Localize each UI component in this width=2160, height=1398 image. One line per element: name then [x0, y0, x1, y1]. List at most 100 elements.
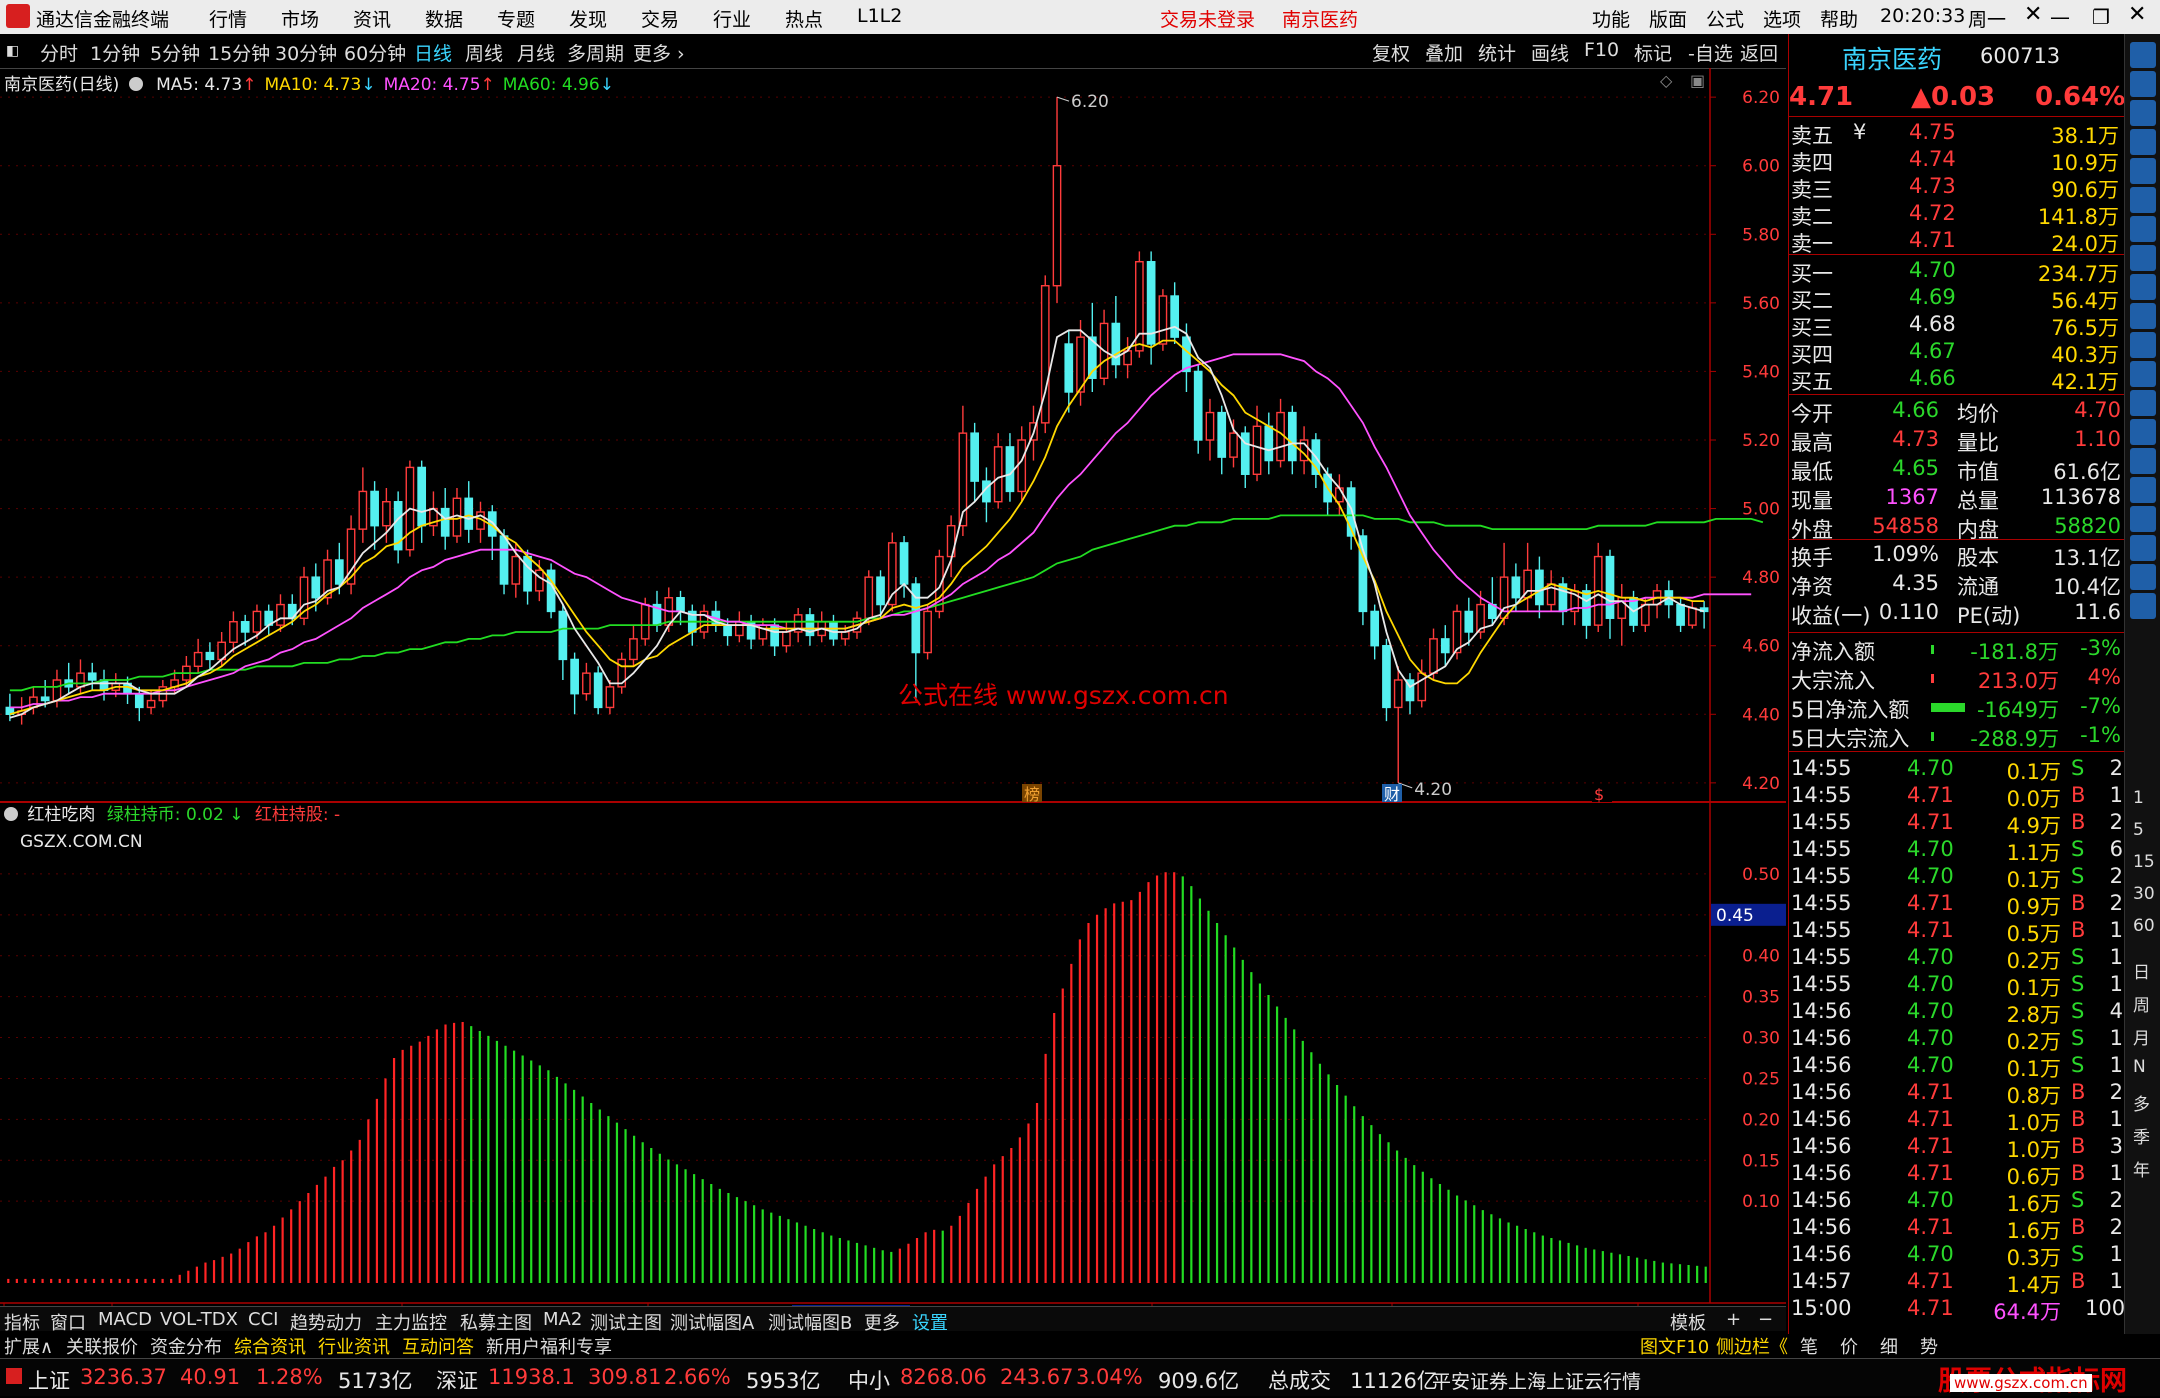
vstrip-label-2[interactable]: 15	[2133, 852, 2155, 872]
square-icon[interactable]: ▣	[1690, 71, 1705, 90]
cross-icon[interactable]	[2130, 506, 2156, 532]
menu-item-8[interactable]: 热点	[785, 5, 823, 32]
chart-area[interactable]: 6.20 4.20 公式在线 www.gszx.com.cn 榜 财 $ 6.20 6.00…	[0, 68, 1786, 1306]
ext-tab-2[interactable]: 资金分布	[150, 1333, 222, 1359]
vstrip-label-0[interactable]: 1	[2133, 788, 2144, 808]
rsi-icon[interactable]	[2130, 477, 2156, 503]
indicator-tab-3[interactable]: VOL-TDX	[160, 1309, 238, 1330]
vstrip-label-5[interactable]: 日	[2133, 958, 2150, 983]
fs-icon[interactable]	[2130, 564, 2156, 590]
menu-item-5[interactable]: 发现	[569, 5, 607, 32]
close-window-icon[interactable]: ✕	[2128, 2, 2146, 27]
vstrip-label-9[interactable]: 多	[2133, 1090, 2150, 1115]
tool-button-7[interactable]: 返回	[1740, 39, 1778, 66]
menu-item-9[interactable]: L1L2	[857, 5, 902, 27]
indicator-tab-8[interactable]: MA2	[543, 1309, 582, 1330]
right-menu-item-2[interactable]: 公式	[1706, 5, 1744, 32]
indicator-tab-2[interactable]: MACD	[98, 1309, 152, 1330]
ext-tab-3[interactable]: 综合资讯	[234, 1333, 306, 1359]
indicator-tab-right-1[interactable]: +	[1726, 1309, 1741, 1330]
indicator-title[interactable]: 红柱吃肉	[27, 805, 95, 825]
trade-login-notice[interactable]: 交易未登录	[1160, 5, 1255, 32]
vstrip-label-3[interactable]: 30	[2133, 884, 2155, 904]
period-tab-7[interactable]: 周线	[465, 39, 503, 66]
menu-item-7[interactable]: 行业	[713, 5, 751, 32]
minimize-icon[interactable]: —	[2050, 5, 2070, 29]
f10-icon[interactable]	[2130, 303, 2156, 329]
ext-tab-right-4[interactable]: 细	[1880, 1333, 1898, 1359]
vstrip-label-8[interactable]: N	[2133, 1057, 2146, 1077]
tool-button-2[interactable]: 统计	[1478, 39, 1516, 66]
close-x-icon[interactable]: ✕	[2024, 2, 2042, 27]
up-arrow-2-icon[interactable]	[2130, 71, 2156, 97]
indicator-tab-4[interactable]: CCI	[248, 1309, 278, 1330]
period-tab-9[interactable]: 多周期	[567, 39, 624, 66]
ext-tab-right-0[interactable]: 图文F10	[1640, 1333, 1709, 1359]
tool-button-0[interactable]: 复权	[1372, 39, 1410, 66]
tool-button-1[interactable]: 叠加	[1425, 39, 1463, 66]
indicator-tab-right-2[interactable]: −	[1758, 1309, 1773, 1330]
flag-icon[interactable]	[2130, 332, 2156, 358]
period-tab-6[interactable]: 日线	[414, 39, 452, 66]
list-icon[interactable]	[2130, 245, 2156, 271]
right-menu-item-3[interactable]: 选项	[1763, 5, 1801, 32]
right-menu-item-0[interactable]: 功能	[1592, 5, 1630, 32]
ext-tab-right-1[interactable]: 侧边栏《	[1716, 1333, 1788, 1359]
ext-tab-right-5[interactable]: 势	[1920, 1333, 1938, 1359]
collapse-icon[interactable]: ◧	[6, 43, 19, 59]
period-tab-3[interactable]: 15分钟	[208, 39, 270, 66]
period-tab-8[interactable]: 月线	[517, 39, 555, 66]
pen-icon[interactable]	[2130, 535, 2156, 561]
ext-tab-1[interactable]: 关联报价	[66, 1333, 138, 1359]
menu-item-4[interactable]: 专题	[497, 5, 535, 32]
vstrip-label-7[interactable]: 月	[2133, 1024, 2150, 1049]
period-tab-4[interactable]: 30分钟	[275, 39, 337, 66]
period-tab-2[interactable]: 5分钟	[150, 39, 200, 66]
right-menu-item-1[interactable]: 版面	[1649, 5, 1687, 32]
menu-item-3[interactable]: 数据	[425, 5, 463, 32]
ext-tab-5[interactable]: 互动问答	[402, 1333, 474, 1359]
diamond-icon[interactable]: ◇	[1660, 71, 1672, 90]
table-icon[interactable]	[2130, 593, 2156, 619]
menu-item-0[interactable]: 行情	[209, 5, 247, 32]
right-menu-item-4[interactable]: 帮助	[1820, 5, 1858, 32]
tool-button-3[interactable]: 画线	[1531, 39, 1569, 66]
vstrip-label-6[interactable]: 周	[2133, 991, 2150, 1016]
index-name-2[interactable]: 中小	[848, 1365, 890, 1395]
down-arrow-icon[interactable]	[2130, 100, 2156, 126]
current-stock-notice[interactable]: 南京医药	[1282, 5, 1358, 32]
fio-icon[interactable]	[2130, 274, 2156, 300]
vstrip-label-1[interactable]: 5	[2133, 820, 2144, 840]
vstrip-label-11[interactable]: 年	[2133, 1156, 2150, 1181]
ext-tab-6[interactable]: 新用户福利专享	[486, 1333, 612, 1359]
up-arrow-icon[interactable]	[2130, 42, 2156, 68]
indicator-toggle-icon[interactable]	[4, 807, 18, 821]
period-tab-10[interactable]: 更多 ›	[633, 39, 685, 66]
pie-icon[interactable]	[2130, 419, 2156, 445]
period-tab-0[interactable]: 分时	[40, 39, 78, 66]
tool-button-5[interactable]: 标记	[1634, 39, 1672, 66]
period-tab-5[interactable]: 60分钟	[344, 39, 406, 66]
ext-tab-right-3[interactable]: 价	[1840, 1333, 1858, 1359]
fiz-icon[interactable]	[2130, 390, 2156, 416]
ext-tab-right-2[interactable]: 笔	[1800, 1333, 1818, 1359]
index-name-0[interactable]: 上证	[28, 1365, 70, 1395]
fin-icon[interactable]	[2130, 361, 2156, 387]
grid-icon[interactable]	[2130, 158, 2156, 184]
menu-item-1[interactable]: 市场	[281, 5, 319, 32]
wave-icon[interactable]	[2130, 448, 2156, 474]
period-tab-1[interactable]: 1分钟	[90, 39, 140, 66]
candle-icon[interactable]	[2130, 216, 2156, 242]
menu-item-6[interactable]: 交易	[641, 5, 679, 32]
vstrip-label-4[interactable]: 60	[2133, 916, 2155, 936]
legend-toggle-icon[interactable]	[128, 77, 143, 91]
tool-button-6[interactable]: -自选	[1688, 39, 1733, 66]
news-icon[interactable]	[2130, 129, 2156, 155]
tool-button-4[interactable]: F10	[1584, 39, 1619, 61]
ext-tab-0[interactable]: 扩展∧	[4, 1333, 53, 1359]
index-name-1[interactable]: 深证	[436, 1365, 478, 1395]
menu-item-2[interactable]: 资讯	[353, 5, 391, 32]
vstrip-label-10[interactable]: 季	[2133, 1123, 2150, 1148]
restore-icon[interactable]: ❐	[2092, 5, 2110, 29]
ext-tab-4[interactable]: 行业资讯	[318, 1333, 390, 1359]
